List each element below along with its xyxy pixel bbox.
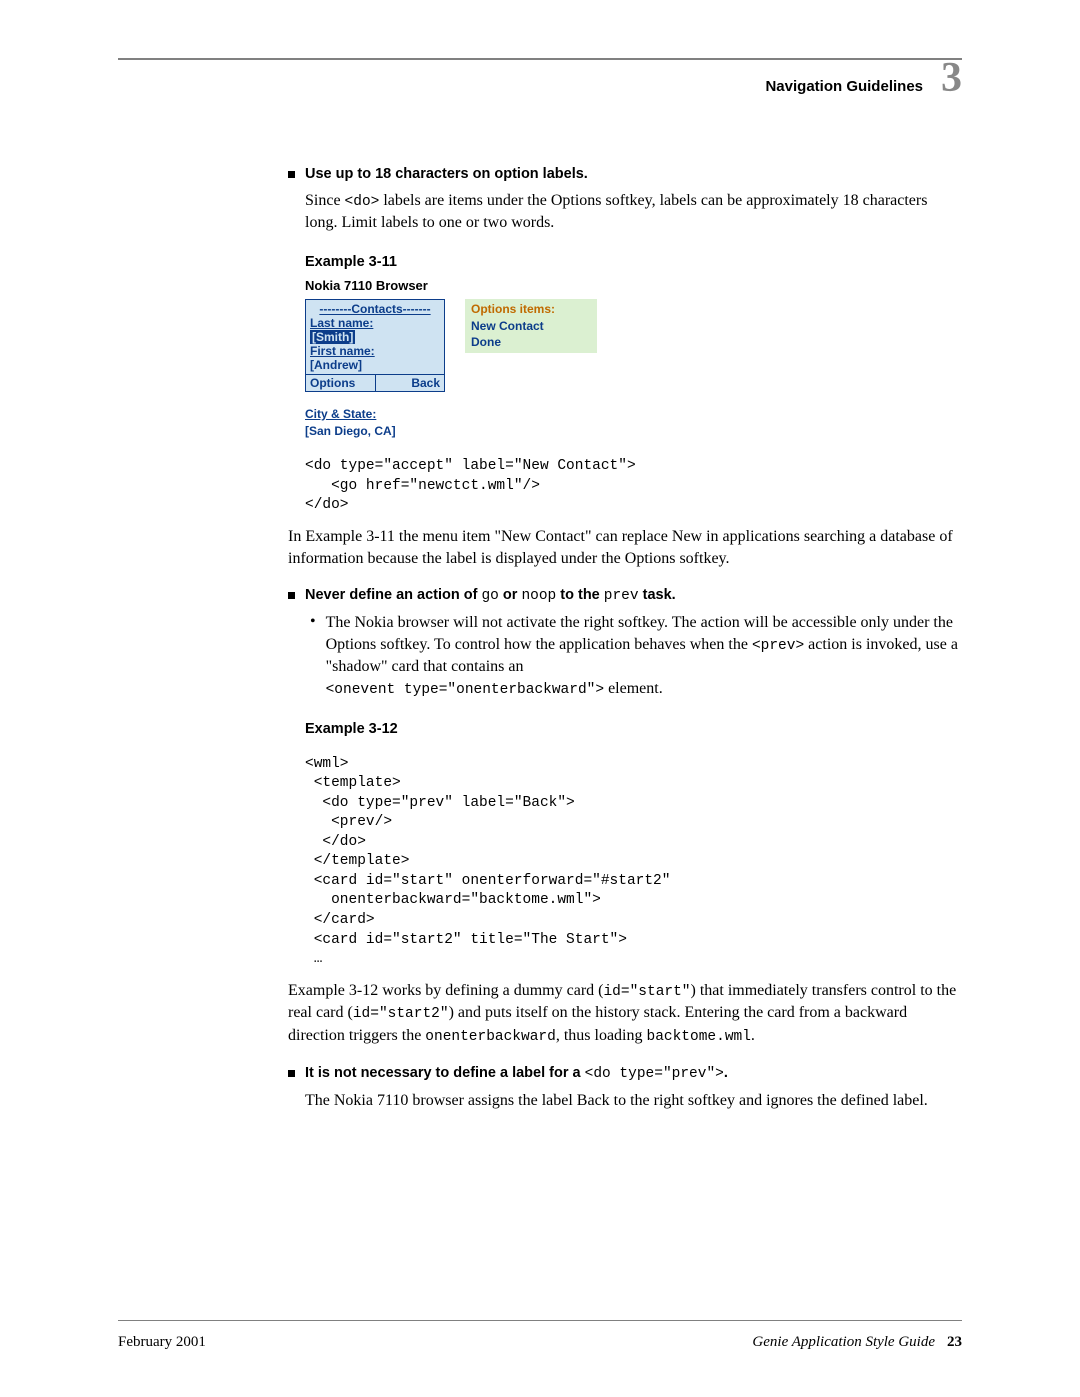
bullet-heading: Never define an action of go or noop to … [305,587,676,604]
header-title: Navigation Guidelines [765,78,923,95]
footer-right: Genie Application Style Guide 23 [752,1334,962,1351]
phone-screen: --------Contacts------- Last name: [Smit… [305,299,445,392]
example311-followup: In Example 3-11 the menu item "New Conta… [288,526,962,569]
options-header: Options items: [471,301,591,318]
content: Use up to 18 characters on option labels… [288,166,962,1112]
page-number: 23 [947,1334,962,1350]
sub-bullet-text: The Nokia browser will not activate the … [326,612,962,700]
phone-line-firstname: First name: [310,344,440,358]
code-block-311: <do type="accept" label="New Contact"> <… [305,457,962,516]
bullet1-para: Since <do> labels are items under the Op… [305,190,962,234]
options-item: New Contact [471,318,591,335]
phone-extra-lines: City & State: [San Diego, CA] [305,406,962,440]
example-label: Example 3-11 [305,254,962,270]
footer-title: Genie Application Style Guide [752,1334,935,1350]
phone-mockup-row: --------Contacts------- Last name: [Smit… [305,299,962,392]
bullet-heading: Use up to 18 characters on option labels… [305,166,588,182]
bullet-square-icon [288,171,295,178]
extra-san-diego: [San Diego, CA] [305,423,962,440]
header: Navigation Guidelines 3 [118,68,962,96]
phone-line-andrew: [Andrew] [310,358,440,372]
code-inline: prev [604,588,639,604]
bottom-rule [118,1320,962,1321]
bullet-square-icon [288,592,295,599]
phone-softkeys: Options Back [306,374,444,391]
code-inline: id="start2" [353,1006,449,1022]
phone-line-lastname: Last name: [310,316,440,330]
text: Since [305,192,345,209]
browser-label: Nokia 7110 Browser [305,278,962,293]
bullet3-para: The Nokia 7110 browser assigns the label… [305,1090,962,1112]
code-inline: id="start" [603,984,690,1000]
text: Never define an action of [305,587,481,603]
sub-bullet: • The Nokia browser will not activate th… [310,612,962,700]
bullet-square-icon [288,1070,295,1077]
options-item: Done [471,334,591,351]
options-popup: Options items: New Contact Done [465,299,597,353]
footer-date: February 2001 [118,1334,206,1351]
extra-city-state: City & State: [305,406,962,423]
code-inline: <do> [345,194,380,210]
code-inline: <onevent type="onenterbackward"> [326,682,604,698]
phone-selected: [Smith] [310,330,355,344]
page: Navigation Guidelines 3 Use up to 18 cha… [0,0,1080,1397]
text: or [499,587,522,603]
bullet-heading: It is not necessary to define a label fo… [305,1065,728,1082]
top-rule [118,58,962,60]
text: Example 3-12 works by defining a dummy c… [288,982,603,999]
phone-title: --------Contacts------- [310,302,440,316]
text: labels are items under the Options softk… [305,192,927,232]
code-block-312: <wml> <template> <do type="prev" label="… [305,755,962,970]
softkey-back: Back [376,375,445,391]
code-inline: go [481,588,498,604]
text: task. [639,587,676,603]
softkey-options: Options [306,375,376,391]
text: It is not necessary to define a label fo… [305,1065,585,1081]
bullet-not-necessary: It is not necessary to define a label fo… [288,1065,962,1082]
example-label: Example 3-12 [305,721,962,737]
example312-followup: Example 3-12 works by defining a dummy c… [288,980,962,1048]
bullet-option-labels: Use up to 18 characters on option labels… [288,166,962,182]
text: to the [556,587,604,603]
code-inline: onenterbackward [425,1029,556,1045]
text: , thus loading [556,1027,647,1044]
text: . [751,1027,755,1044]
bullet-never-define: Never define an action of go or noop to … [288,587,962,604]
code-inline: <do type="prev"> [585,1066,724,1082]
chapter-number: 3 [941,62,962,96]
text: . [724,1065,728,1081]
footer: February 2001 Genie Application Style Gu… [118,1334,962,1351]
code-inline: noop [521,588,556,604]
code-inline: backtome.wml [647,1029,751,1045]
text: element. [604,680,663,697]
code-inline: <prev> [752,638,804,654]
bullet-dot-icon: • [310,614,316,630]
